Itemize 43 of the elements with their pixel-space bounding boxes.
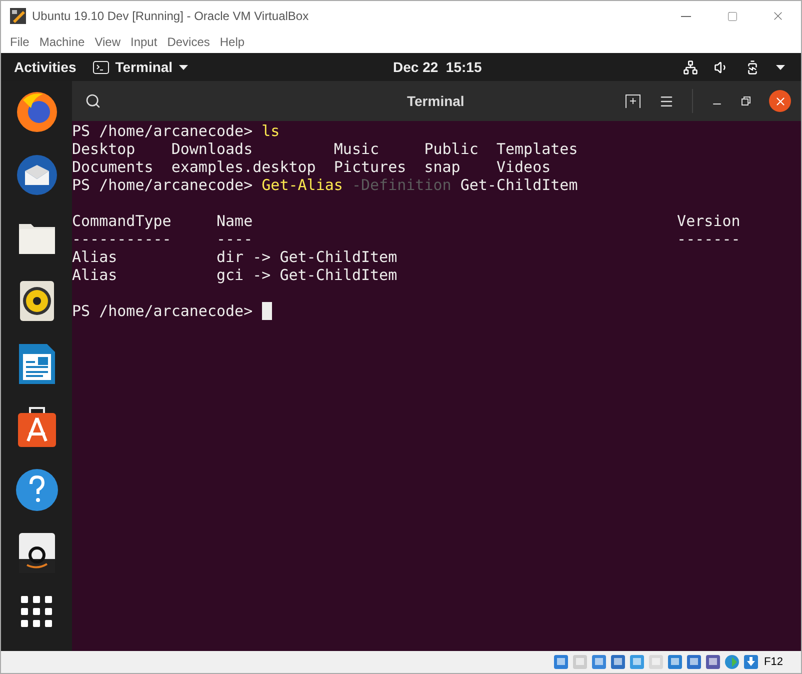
battery-icon[interactable] <box>745 60 760 74</box>
device-status-icon[interactable] <box>610 654 626 670</box>
terminal-title: Terminal <box>407 92 464 110</box>
search-icon[interactable] <box>85 93 101 109</box>
device-status-icon[interactable] <box>705 654 722 670</box>
terminal-line: PS /home/arcanecode> ls <box>72 122 281 140</box>
network-icon[interactable] <box>683 60 698 74</box>
menu-item[interactable]: Machine <box>34 33 90 51</box>
window-title: Ubuntu 19.10 Dev [Running] - Oracle VM VirtualBox <box>32 8 309 25</box>
menu-item[interactable]: Help <box>214 33 250 51</box>
device-status-icon[interactable] <box>667 654 684 670</box>
terminal-line: PS /home/arcanecode> Get-Alias -Definition Get-ChildItem <box>72 176 579 194</box>
app-menu[interactable]: Terminal <box>93 56 188 78</box>
maximize-icon <box>726 10 738 22</box>
menu-icon[interactable] <box>659 94 674 108</box>
terminal-line: Documents examples.desktop Pictures snap Videos <box>72 158 552 176</box>
menu-item[interactable]: Devices <box>162 33 215 51</box>
device-status-icon[interactable] <box>553 654 570 670</box>
caret-icon[interactable] <box>776 64 785 70</box>
close-icon <box>774 94 786 108</box>
terminal-line: CommandType Name Version <box>72 212 742 230</box>
terminal-line: Desktop Downloads Music Public Templates <box>72 140 579 158</box>
terminal-icon <box>93 60 110 74</box>
menu-item[interactable]: File <box>5 33 34 51</box>
device-status-icon[interactable] <box>686 654 702 670</box>
app-grid-icon[interactable] <box>20 596 52 628</box>
terminal-line: ----------- ---- ------- <box>72 230 742 248</box>
close-button[interactable] <box>769 90 791 112</box>
terminal-line: Alias gci -> Get-ChildItem <box>72 266 398 284</box>
app-logo-icon <box>10 8 26 24</box>
device-status-icon[interactable] <box>629 654 646 670</box>
host-key-label: F12 <box>764 654 783 670</box>
activities-button[interactable]: Activities <box>14 56 76 78</box>
caret-icon <box>178 64 188 70</box>
device-status-icon[interactable] <box>591 654 608 670</box>
menu-item[interactable]: View <box>90 33 126 51</box>
globe-icon[interactable] <box>724 654 740 670</box>
menu-item[interactable]: Input <box>126 33 162 51</box>
terminal-line: PS /home/arcanecode> <box>72 302 801 320</box>
new-tab-icon[interactable] <box>625 94 641 108</box>
clock[interactable]: Dec 22 15:15 <box>393 56 482 78</box>
terminal-line: Alias dir -> Get-ChildItem <box>72 248 398 266</box>
restore-icon[interactable] <box>741 96 751 106</box>
